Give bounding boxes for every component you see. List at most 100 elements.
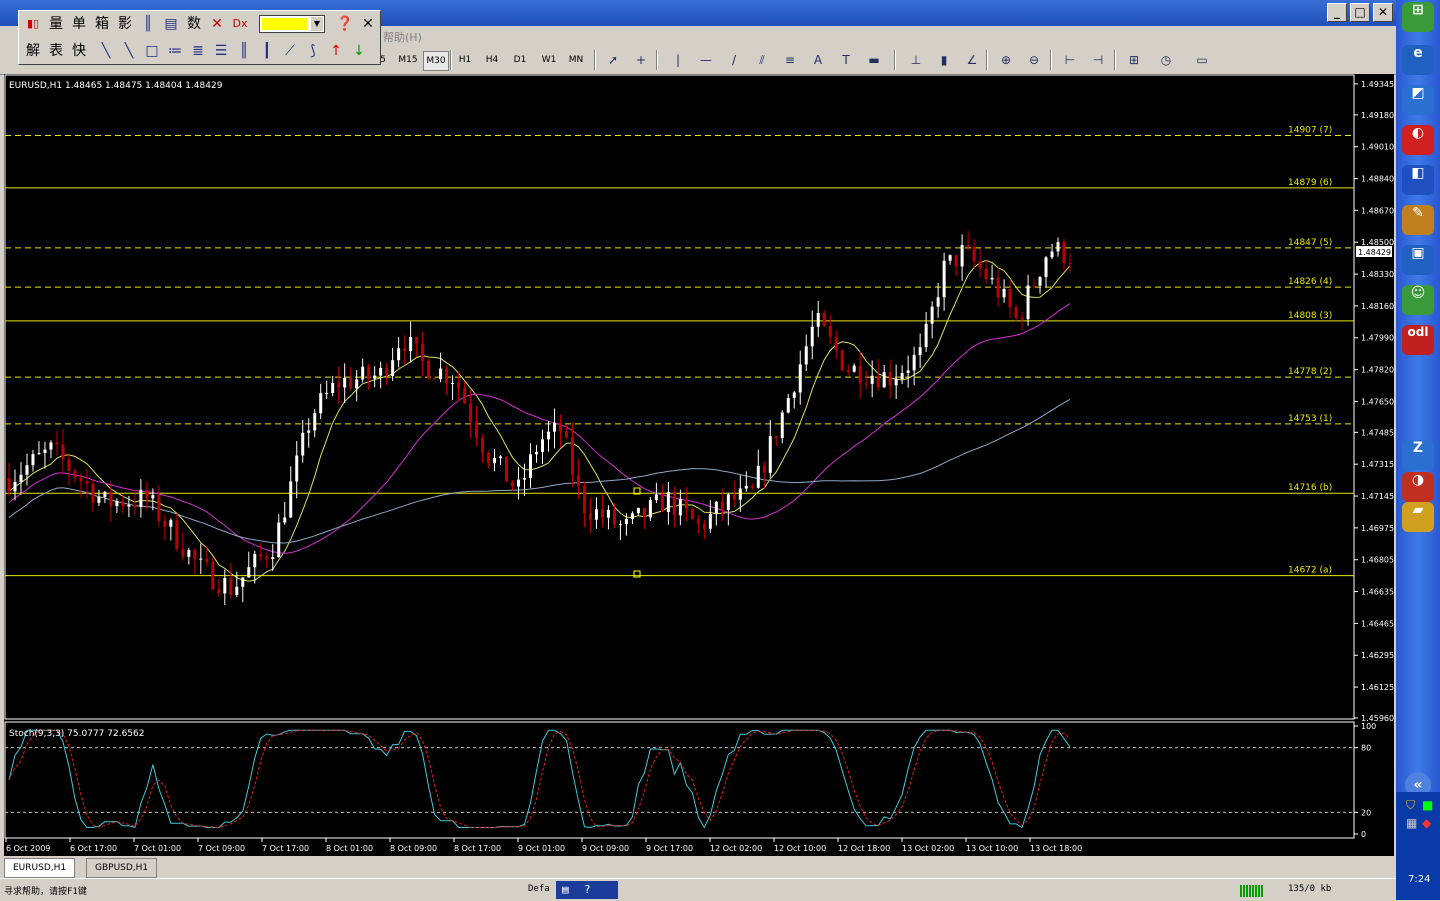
label-icon[interactable]: ≔ — [165, 41, 185, 61]
zoom-in-icon[interactable]: ⊕ — [996, 50, 1016, 70]
float-btn-5[interactable]: 数 — [184, 14, 204, 34]
app4-icon[interactable]: ◑ — [1402, 472, 1434, 502]
time-tick-label: 12 Oct 02:00 — [710, 844, 762, 853]
profile-buttons[interactable]: ▤ ? — [556, 881, 618, 899]
app2-icon[interactable]: ◐ — [1402, 125, 1434, 155]
bar-chart-icon[interactable]: ⊥ — [906, 50, 926, 70]
chart-shift-icon[interactable]: ⊣ — [1088, 50, 1108, 70]
odl-icon[interactable]: odl — [1402, 325, 1434, 355]
menu-help[interactable]: 帮助(H) — [383, 29, 422, 45]
float-btn-2[interactable]: 单 — [69, 14, 89, 34]
shield-icon[interactable]: ⛉ — [1406, 798, 1415, 813]
minimize-button[interactable]: _ — [1327, 3, 1347, 22]
crosshair-icon[interactable]: + — [631, 50, 651, 70]
tab-eurusd[interactable]: EURUSD,H1 — [4, 858, 76, 878]
color-selector[interactable]: ▼ — [259, 15, 325, 33]
tf-h1[interactable]: H1 — [454, 51, 476, 69]
autoscroll-icon[interactable]: ⊢ — [1060, 50, 1080, 70]
main-panel-frame — [4, 74, 1355, 720]
line-draw-icon[interactable]: ╲ — [96, 41, 116, 61]
float-btn-3[interactable]: 箱 — [92, 14, 112, 34]
candle-bear — [457, 382, 461, 389]
maximize-button[interactable]: □ — [1350, 3, 1370, 22]
trendline-icon[interactable]: / — [724, 50, 744, 70]
lines-icon[interactable]: ☰ — [211, 41, 231, 61]
float-btn-4[interactable]: 影 — [115, 14, 135, 34]
bars-icon[interactable]: ║ — [138, 14, 158, 34]
close-window-button[interactable]: ✕ — [1373, 3, 1393, 22]
gann-icon[interactable]: ⟆ — [303, 41, 323, 61]
text-label-icon[interactable]: T — [836, 50, 856, 70]
tf-mn[interactable]: MN — [565, 51, 587, 69]
zoom-out-icon[interactable]: ⊖ — [1024, 50, 1044, 70]
candle-bull — [654, 494, 658, 501]
stochastic: 100 80 20 0 — [5, 722, 1376, 839]
float-btn-8[interactable]: 快 — [69, 41, 89, 61]
chevron-down-icon[interactable]: ▼ — [311, 17, 323, 31]
indicators-icon[interactable]: ⊞ — [1124, 50, 1144, 70]
start-icon[interactable]: ⊞ — [1402, 2, 1434, 32]
channel-icon[interactable]: ⫽ — [752, 50, 772, 70]
dx-icon[interactable]: Dx — [230, 14, 250, 34]
float-btn-7[interactable]: 表 — [46, 41, 66, 61]
pencil-icon[interactable]: ✎ — [1402, 205, 1434, 235]
help-icon[interactable]: ? — [584, 883, 591, 896]
app-icon[interactable]: ◩ — [1402, 85, 1434, 115]
z-icon[interactable]: Z — [1402, 440, 1434, 470]
chart-window[interactable]: 14907 (7) 14879 (6) 14847 (5) 14826 (4) 1480… — [4, 74, 1394, 856]
candle-bear — [822, 313, 826, 327]
close-icon[interactable]: ✕ — [358, 14, 378, 34]
periods-icon[interactable]: ◷ — [1156, 50, 1176, 70]
fan-icon[interactable]: ⟋ — [280, 41, 300, 61]
users-icon[interactable]: ☺ — [1402, 285, 1434, 315]
tf-m15[interactable]: M15 — [396, 51, 420, 69]
status1-icon[interactable]: ■ — [1422, 798, 1433, 812]
fibonacci-icon[interactable]: ≡ — [780, 50, 800, 70]
candle-chart-icon[interactable]: ▮ — [934, 50, 954, 70]
cross-icon[interactable]: ✕ — [207, 14, 227, 34]
ie-icon[interactable]: e — [1402, 45, 1434, 75]
cursor-icon[interactable]: ➚ — [603, 50, 623, 70]
vbars-icon[interactable]: ║ — [234, 41, 254, 61]
tray-app2-icon[interactable]: ◆ — [1422, 816, 1431, 830]
line-chart-icon[interactable]: ∠ — [962, 50, 982, 70]
time-tick-label: 9 Oct 01:00 — [518, 844, 565, 853]
candle-bull — [103, 491, 107, 497]
text-icon[interactable]: A — [808, 50, 828, 70]
candle-bear — [79, 477, 83, 482]
chart-canvas[interactable]: 14907 (7) 14879 (6) 14847 (5) 14826 (4) 1480… — [4, 74, 1394, 856]
tf-w1[interactable]: W1 — [538, 51, 560, 69]
arrow-down-icon[interactable]: ↓ — [349, 41, 369, 61]
tab-gbpusd[interactable]: GBPUSD,H1 — [86, 858, 158, 878]
candle-bull — [810, 326, 814, 347]
arrow-up-icon[interactable]: ↑ — [326, 41, 346, 61]
rectangle-icon[interactable]: □ — [142, 41, 162, 61]
diagonal-icon[interactable]: ╲ — [119, 41, 139, 61]
float-btn-6[interactable]: 解 — [23, 41, 43, 61]
tf-d1[interactable]: D1 — [509, 51, 531, 69]
tf-m30[interactable]: M30 — [423, 51, 449, 71]
arrow-icon[interactable]: ▬ — [864, 50, 884, 70]
grid-icon[interactable]: ▤ — [161, 14, 181, 34]
candle-bear — [91, 483, 95, 503]
float-btn-1[interactable]: 量 — [46, 14, 66, 34]
candle-bear — [720, 501, 724, 510]
templates-icon[interactable]: ▭ — [1192, 50, 1212, 70]
candle-icon[interactable]: ▮▯ — [23, 14, 43, 34]
vbars2-icon[interactable]: ┃ — [257, 41, 277, 61]
candle-bear — [1008, 288, 1012, 308]
keyboard-icon[interactable]: ▤ — [562, 883, 569, 896]
window-icon[interactable]: ▣ — [1402, 245, 1434, 275]
fib-level-label: 14778 (2) — [1288, 367, 1332, 377]
candle-bear — [774, 436, 778, 438]
tf-h4[interactable]: H4 — [481, 51, 503, 69]
levels-icon[interactable]: ≣ — [188, 41, 208, 61]
help-icon[interactable]: ❓ — [335, 14, 355, 34]
folder-icon[interactable]: ▰ — [1402, 502, 1434, 532]
candle-bear — [834, 336, 838, 351]
candle-bull — [271, 557, 275, 560]
app3-icon[interactable]: ◧ — [1402, 165, 1434, 195]
vertical-line-icon[interactable]: | — [668, 50, 688, 70]
tray-app-icon[interactable]: ▦ — [1406, 816, 1417, 830]
horizontal-line-icon[interactable]: — — [696, 50, 716, 70]
